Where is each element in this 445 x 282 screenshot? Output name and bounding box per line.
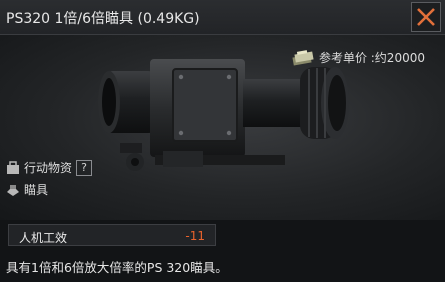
close-icon xyxy=(417,8,435,26)
category-row: 行动物资 ? xyxy=(6,159,93,176)
ergonomics-value: -11 xyxy=(185,229,205,243)
ergonomics-stat: 人机工效 -11 xyxy=(8,224,216,246)
category-label: 行动物资 xyxy=(24,161,73,175)
supplies-icon xyxy=(7,160,19,174)
type-row: 瞄具 xyxy=(6,181,48,198)
item-detail-panel: PS320 1倍/6倍瞄具 (0.49KG) 参考单价 :约20000 行动物资… xyxy=(0,0,445,282)
close-button[interactable] xyxy=(411,2,441,32)
scope-image xyxy=(98,59,349,171)
item-title: PS320 1倍/6倍瞄具 (0.49KG) xyxy=(6,11,200,27)
title-bar: PS320 1倍/6倍瞄具 (0.49KG) xyxy=(0,0,445,35)
sight-icon xyxy=(7,184,19,196)
item-description: 具有1倍和6倍放大倍率的PS 320瞄具。 xyxy=(6,260,228,275)
item-preview: 参考单价 :约20000 行动物资 ? 瞄具 xyxy=(0,35,445,220)
ergonomics-label: 人机工效 xyxy=(19,231,68,245)
help-button[interactable]: ? xyxy=(76,159,93,176)
type-label: 瞄具 xyxy=(24,183,49,197)
